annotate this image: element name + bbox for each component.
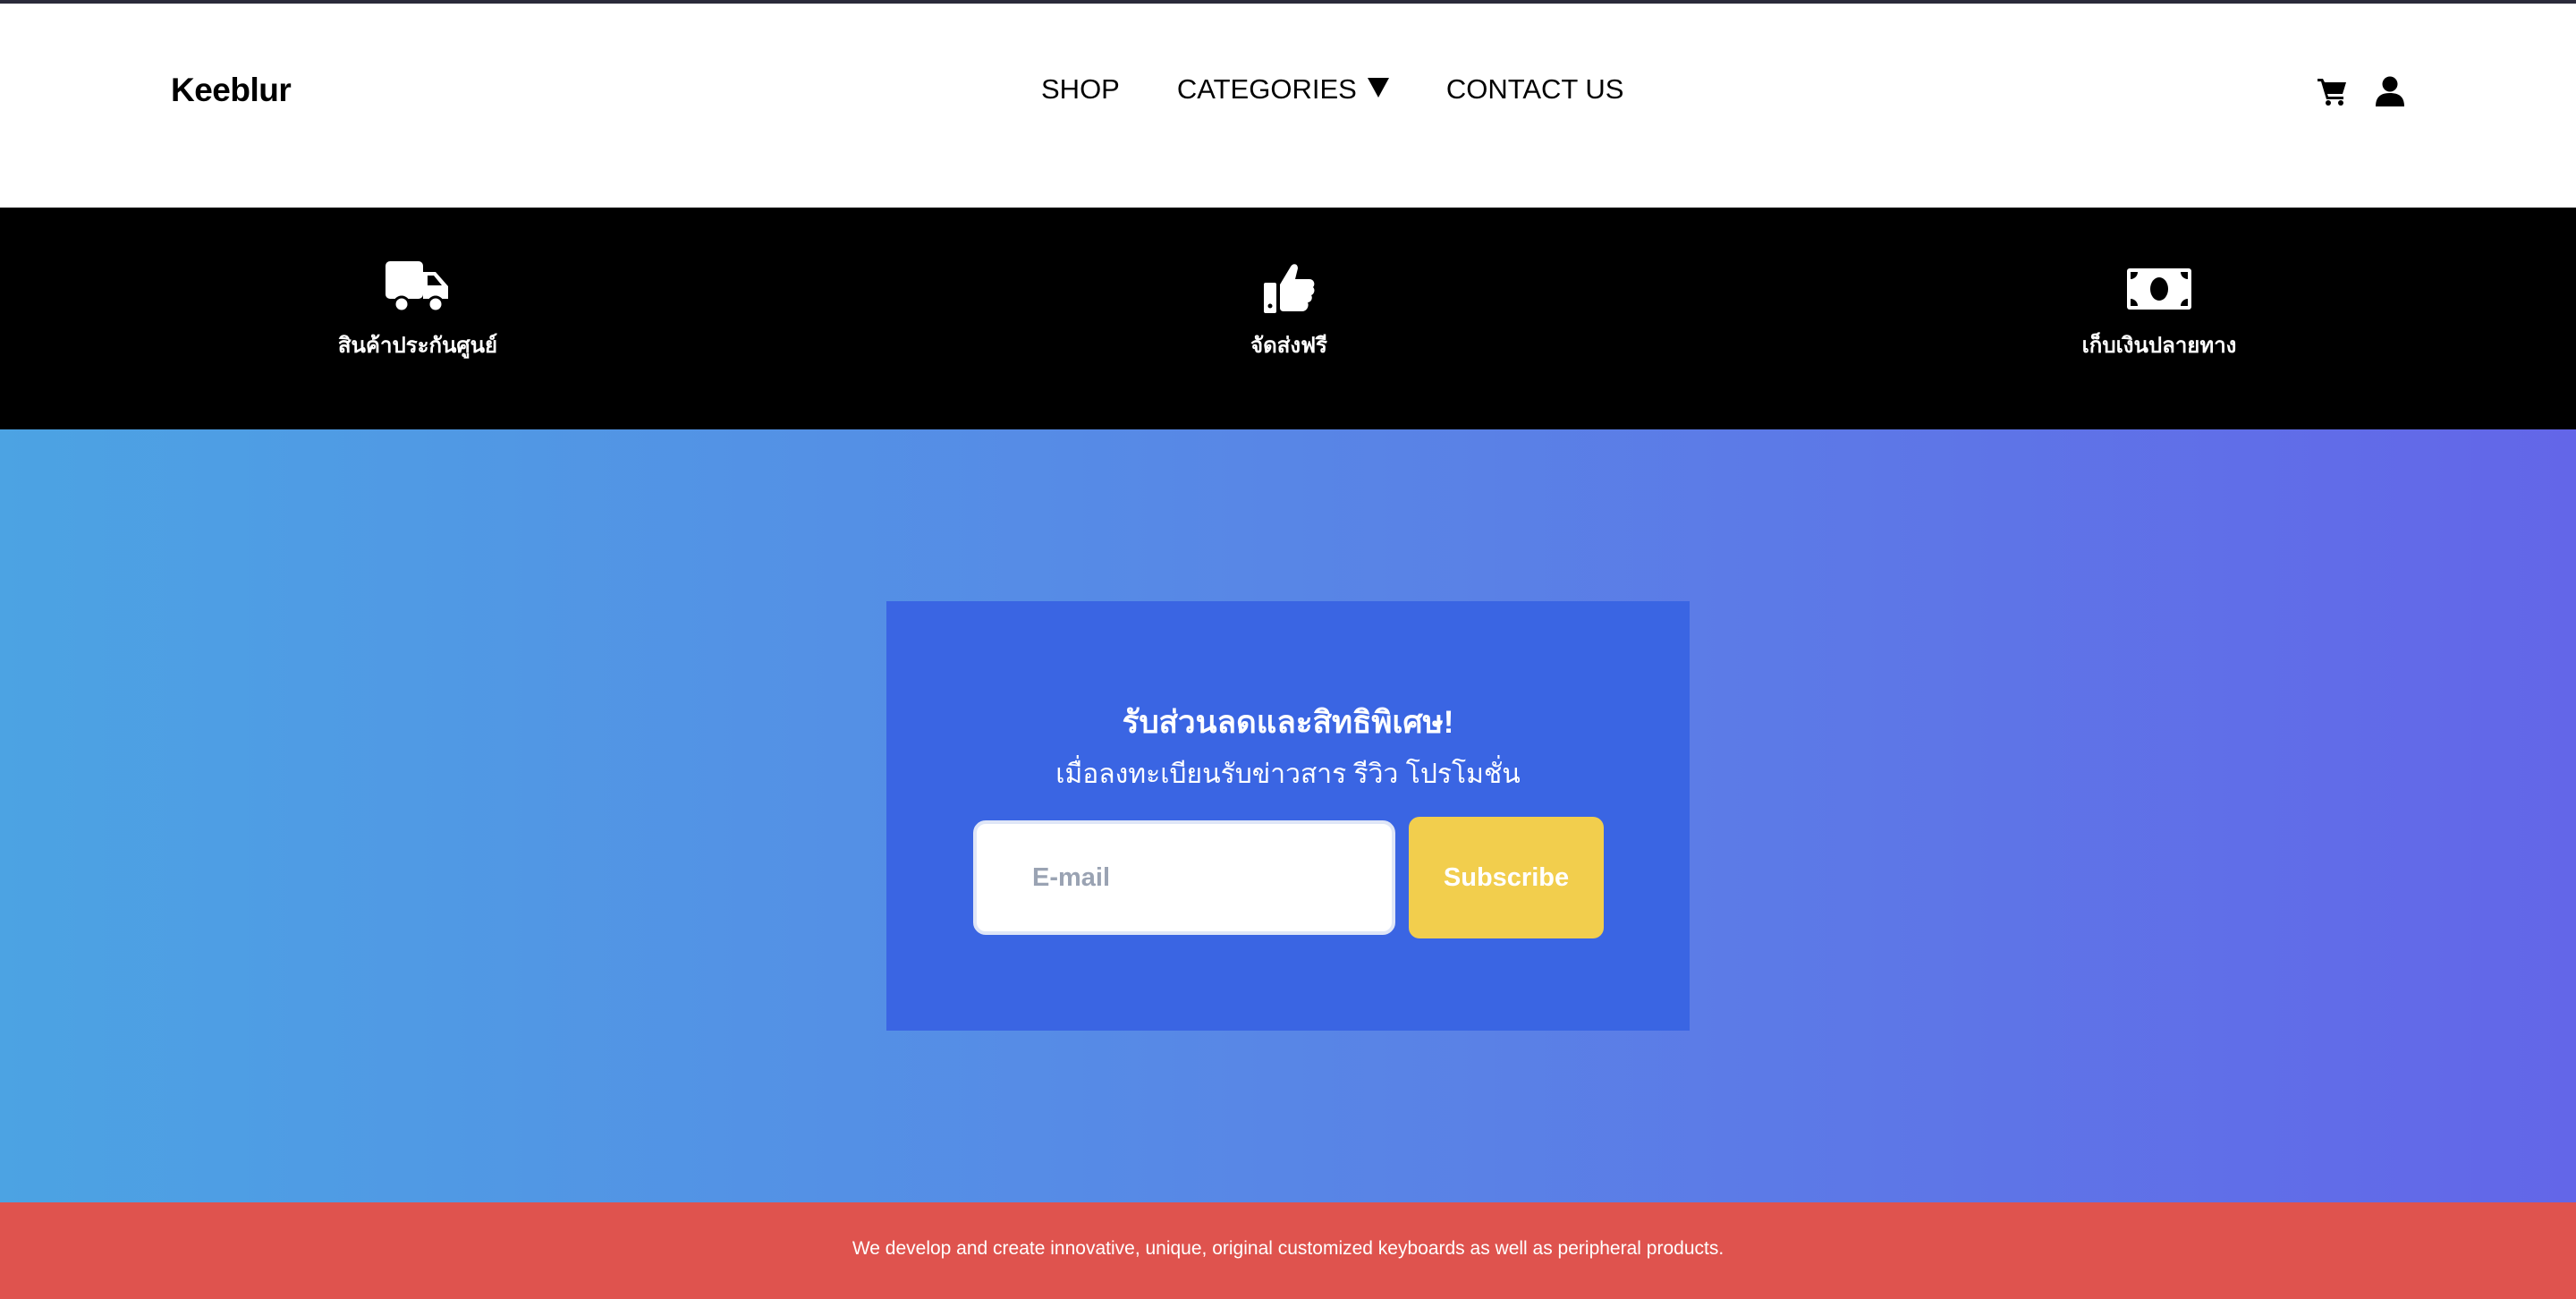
money-bill-icon	[2127, 268, 2191, 310]
nav-shop[interactable]: SHOP	[1041, 73, 1120, 106]
truck-icon	[386, 261, 448, 313]
nav-shop-label: SHOP	[1041, 73, 1120, 105]
site-footer: We develop and create innovative, unique…	[0, 1202, 2576, 1299]
newsletter-subtitle: เมื่อลงทะเบียนรับข่าวสาร รีวิว โปรโมชั่น	[1055, 760, 1521, 789]
newsletter-section: รับส่วนลดและสิทธิพิเศษ! เมื่อลงทะเบียนรั…	[0, 429, 2576, 1202]
nav-contact-us[interactable]: CONTACT US	[1446, 73, 1624, 106]
header-actions	[2317, 75, 2406, 107]
cart-icon[interactable]	[2317, 75, 2349, 107]
caret-down-icon	[1367, 78, 1389, 98]
subscribe-button[interactable]: Subscribe	[1409, 817, 1604, 938]
features-strip: สินค้าประกันศูนย์ จัดส่งฟรี เก็บเงินปลาย…	[0, 208, 2576, 429]
nav-categories[interactable]: CATEGORIES	[1177, 73, 1389, 106]
newsletter-title: รับส่วนลดและสิทธิพิเศษ!	[1122, 705, 1454, 740]
nav-contact-us-label: CONTACT US	[1445, 73, 1624, 105]
newsletter-card: รับส่วนลดและสิทธิพิเศษ! เมื่อลงทะเบียนรั…	[886, 601, 1690, 1031]
footer-text: We develop and create innovative, unique…	[852, 1238, 1724, 1259]
feature-free-shipping: จัดส่งฟรี	[1128, 261, 1450, 362]
feature-warranty-label: สินค้าประกันศูนย์	[337, 334, 498, 358]
thumbs-up-icon	[1264, 264, 1315, 313]
site-logo[interactable]: Keeblur	[171, 72, 292, 109]
feature-warranty: สินค้าประกันศูนย์	[257, 261, 579, 362]
feature-cash-on-delivery-label: เก็บเงินปลายทาง	[2081, 334, 2237, 358]
user-icon[interactable]	[2374, 75, 2406, 107]
feature-free-shipping-label: จัดส่งฟรี	[1250, 334, 1327, 358]
site-header: Keeblur SHOP CATEGORIES CONTACT US	[0, 4, 2576, 208]
feature-cash-on-delivery: เก็บเงินปลายทาง	[1998, 261, 2320, 362]
main-nav: SHOP CATEGORIES CONTACT US	[1041, 73, 1623, 106]
email-input[interactable]	[973, 820, 1395, 935]
nav-categories-label: CATEGORIES	[1176, 73, 1357, 105]
